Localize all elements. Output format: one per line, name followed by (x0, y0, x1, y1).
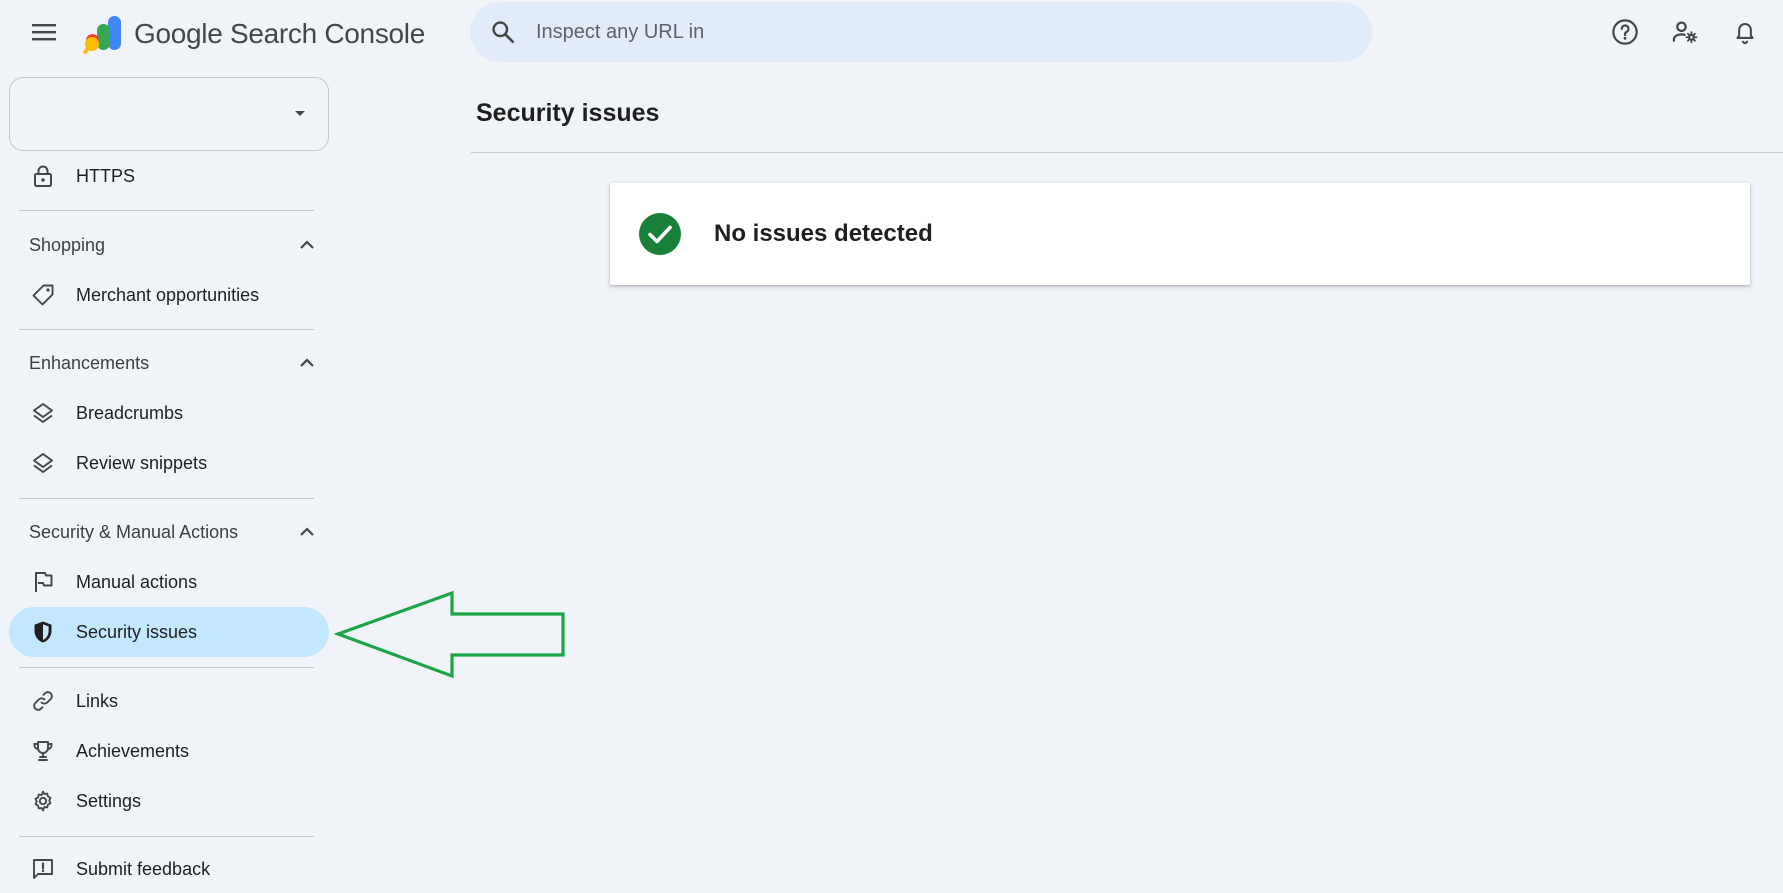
lock-icon (31, 164, 55, 188)
bell-icon (1736, 22, 1754, 45)
sidebar-item-label: Review snippets (76, 452, 208, 473)
sidebar-divider (19, 498, 314, 499)
sidebar-divider (19, 329, 314, 330)
sidebar-item-submit-feedback[interactable]: Submit feedback (9, 844, 329, 893)
sidebar-item-achievements[interactable]: Achievements (9, 726, 329, 776)
sidebar-item-label: Manual actions (76, 571, 198, 592)
caret-down-icon (295, 111, 305, 116)
sidebar-item-breadcrumbs[interactable]: Breadcrumbs (9, 388, 329, 438)
shield-icon (31, 620, 55, 644)
sidebar-item-label: HTTPS (76, 165, 136, 186)
tag-icon (31, 283, 55, 307)
sidebar-section-shopping[interactable]: Shopping (9, 223, 319, 267)
main-menu-button[interactable] (22, 12, 66, 52)
annotation-arrow-icon (334, 590, 565, 679)
sidebar-item-links[interactable]: Links (9, 676, 329, 726)
title-divider (471, 152, 1783, 153)
admin-settings-button[interactable] (1663, 12, 1707, 52)
sidebar-divider (19, 667, 314, 668)
search-icon (492, 21, 515, 44)
top-app-bar: Google Search Console (0, 0, 1783, 64)
security-status-card: No issues detected (610, 183, 1750, 285)
help-button[interactable] (1603, 12, 1647, 52)
sidebar-section-label: Shopping (29, 234, 106, 255)
manage-accounts-icon (1672, 21, 1698, 44)
sidebar-item-manual-actions[interactable]: Manual actions (9, 557, 329, 607)
page-title: Security issues (476, 99, 660, 127)
sidebar-item-label: Breadcrumbs (76, 402, 184, 423)
link-icon (31, 689, 55, 713)
layers-icon (31, 401, 55, 425)
top-actions (1603, 12, 1783, 52)
url-inspection-input[interactable] (536, 20, 1296, 44)
sidebar-section-security-manual-actions[interactable]: Security & Manual Actions (9, 510, 319, 554)
sidebar-section-enhancements[interactable]: Enhancements (9, 341, 319, 385)
status-message: No issues detected (714, 220, 933, 247)
feedback-icon (31, 857, 55, 881)
sidebar-section-label: Security & Manual Actions (29, 521, 239, 542)
sidebar-item-security-issues[interactable]: Security issues (9, 607, 329, 657)
sidebar-item-label: Achievements (76, 740, 190, 761)
hamburger-menu-icon (32, 24, 56, 41)
property-selector[interactable] (9, 77, 329, 151)
trophy-icon (31, 739, 55, 763)
sidebar-item-label: Links (76, 690, 119, 711)
sidebar-item-label: Merchant opportunities (76, 284, 260, 305)
sidebar-item-settings[interactable]: Settings (9, 776, 329, 826)
sidebar-section-label: Enhancements (29, 352, 150, 373)
chevron-up-icon (300, 358, 314, 367)
notifications-button[interactable] (1723, 12, 1767, 52)
sidebar-divider (19, 836, 314, 837)
sidebar-item-merchant-opportunities[interactable]: Merchant opportunities (9, 270, 329, 320)
sidebar-item-label: Submit feedback (76, 858, 211, 879)
flag-icon (31, 570, 55, 594)
url-inspection-search[interactable] (470, 2, 1372, 62)
brand[interactable]: Google Search Console (82, 12, 425, 56)
gear-icon (31, 789, 55, 813)
brand-name: Google Search Console (134, 18, 425, 49)
chevron-up-icon (300, 240, 314, 249)
search-console-logo-icon (83, 16, 121, 54)
sidebar-item-label: Security issues (76, 621, 198, 642)
help-circle-icon (1612, 19, 1638, 45)
layers-icon (31, 451, 55, 475)
sidebar-item-review-snippets[interactable]: Review snippets (9, 438, 329, 488)
check-circle-icon (639, 213, 681, 255)
chevron-up-icon (300, 527, 314, 536)
sidebar-item-label: Settings (76, 790, 142, 811)
sidebar-divider (19, 210, 314, 211)
sidebar-item-https[interactable]: HTTPS (9, 151, 329, 201)
